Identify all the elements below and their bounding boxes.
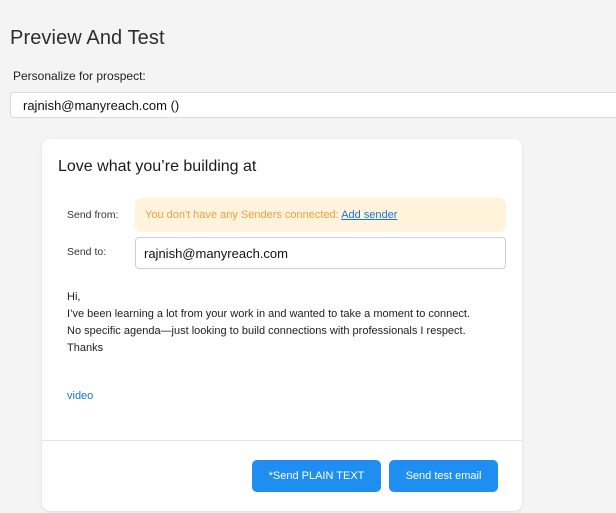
send-plain-text-button[interactable]: *Send PLAIN TEXT (252, 460, 381, 492)
body-line: Thanks (67, 342, 104, 354)
add-sender-link[interactable]: Add sender (341, 209, 397, 221)
email-subject: Love what you’re building at (58, 158, 257, 175)
send-to-input[interactable] (135, 237, 506, 269)
prospect-select-value: rajnish@manyreach.com () (23, 98, 180, 113)
prospect-select[interactable]: rajnish@manyreach.com () (10, 92, 616, 118)
no-senders-text: You don't have any Senders connected: (145, 209, 342, 221)
body-line: I’ve been learning a lot from your work … (67, 308, 470, 320)
body-line: Hi, (67, 291, 81, 303)
video-link[interactable]: video (67, 390, 93, 402)
body-line: No specific agenda—just looking to build… (67, 325, 466, 337)
send-to-label: Send to: (67, 246, 107, 258)
no-senders-alert: You don't have any Senders connected: Ad… (135, 198, 506, 232)
page-title: Preview And Test (10, 27, 165, 49)
email-body: Hi, I’ve been learning a lot from your w… (67, 289, 512, 357)
send-test-email-button[interactable]: Send test email (389, 460, 498, 492)
footer-divider (42, 440, 522, 441)
personalize-label: Personalize for prospect: (13, 69, 146, 83)
email-preview-card: Love what you’re building at Send from: … (42, 139, 522, 511)
send-from-label: Send from: (67, 209, 119, 221)
